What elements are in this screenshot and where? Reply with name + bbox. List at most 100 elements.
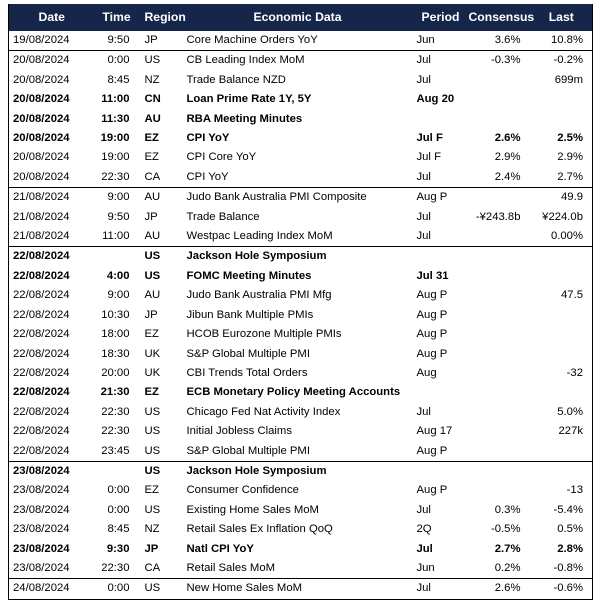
cell-last: ¥224.0b [542,210,583,223]
cell-consensus: -¥243.8b [475,210,521,223]
cell-region: US [144,503,161,516]
cell-data: S&P Global Multiple PMI [186,444,310,457]
cell-period: Jul F [416,132,443,145]
table-row[interactable]: 23/08/2024 9:30 JP Natl CPI YoY Jul 2.7% 2.8% [9,540,593,559]
cell-time: 9:30 [106,542,130,555]
cell-region: CN [144,93,161,106]
table-row[interactable]: 22/08/2024 9:00 AU Judo Bank Australia PMI … [9,286,593,305]
table-row[interactable]: 19/08/2024 9:50 JP Core Machine Orders YoY J… [9,31,593,51]
table-row[interactable]: 23/08/2024 8:45 NZ Retail Sales Ex Inflatio… [9,520,593,539]
table-row[interactable]: 21/08/2024 11:00 AU Westpac Leading Index M… [9,227,593,247]
cell-time: 9:00 [107,289,130,302]
cell-date: 23/08/2024 [8,460,95,482]
table-row[interactable]: 21/08/2024 9:50 JP Trade Balance Jul -¥243.8b… [9,208,593,227]
cell-region: EZ [144,484,159,497]
cell-region: EZ [144,386,159,399]
table-row[interactable]: 24/08/2024 0:00 US New Home Sales MoM Jul 2.6… [8,578,593,600]
cell-time: 23:45 [101,444,130,457]
cell-consensus: 2.6% [494,132,521,145]
table-row[interactable]: 22/08/2024 4:00 US FOMC Meeting Minutes Jul … [9,267,593,286]
cell-date: 22/08/2024 [13,405,70,418]
cell-date: 20/08/2024 [13,112,70,125]
cell-last [531,90,593,109]
column-header-consensus: Consensus [468,10,535,24]
table-row[interactable]: 20/08/2024 19:00 EZ CPI Core YoY Jul F 2.9% 2.… [9,148,593,167]
cell-date: 23/08/2024 [13,503,70,516]
table-row[interactable]: 22/08/2024 US Jackson Hole Symposium [8,246,593,267]
table-row[interactable]: 23/08/2024 22:30 CA Retail Sales MoM Jun 0.2%… [9,559,593,579]
table-row[interactable]: 22/08/2024 21:30 EZ ECB Monetary Policy Mee… [9,383,593,402]
cell-date: 20/08/2024 [13,93,70,106]
table-row[interactable]: 21/08/2024 9:00 AU Judo Bank Australia PMI … [8,187,593,208]
economic-calendar-table: Date Time Region Economic Data Period Co… [8,4,593,600]
cell-last: 47.5 [561,289,583,302]
cell-data: New Home Sales MoM [182,578,413,600]
cell-date: 21/08/2024 [13,210,70,223]
cell-time: 19:00 [100,132,130,145]
cell-last: -0.6% [530,578,593,600]
cell-date: 20/08/2024 [13,73,70,86]
table-row[interactable]: 20/08/2024 11:00 CN Loan Prime Rate 1Y, 5Y A… [9,90,593,109]
cell-last [531,345,593,364]
cell-consensus: 2.7% [494,542,521,555]
table-row[interactable]: 22/08/2024 22:30 US Initial Jobless Claims A… [9,422,593,441]
cell-period [413,110,469,129]
table-row[interactable]: 23/08/2024 US Jackson Hole Symposium [8,460,593,482]
cell-last: 0.5% [557,523,583,536]
cell-data: Natl CPI YoY [186,542,254,555]
cell-consensus: 0.3% [494,503,521,516]
column-header-date: Date [38,10,65,24]
table-row[interactable]: 20/08/2024 22:30 CA CPI YoY Jul 2.4% 2.7% [9,168,593,188]
cell-consensus: 2.9% [494,151,521,164]
table-row[interactable]: 20/08/2024 19:00 EZ CPI YoY Jul F 2.6% 2.5% [9,129,593,148]
cell-region: US [138,246,183,267]
cell-region: US [144,405,161,418]
cell-date: 23/08/2024 [13,484,70,497]
cell-time: 0:00 [107,484,130,497]
column-header-region: Region [144,10,186,24]
cell-data: RBA Meeting Minutes [186,112,303,125]
cell-date: 22/08/2024 [13,328,70,341]
cell-time: 21:30 [100,386,130,399]
table-row[interactable]: 20/08/2024 11:30 AU RBA Meeting Minutes [9,110,593,129]
cell-time: 18:00 [101,328,130,341]
cell-period: Jul [416,170,431,183]
cell-consensus [469,481,531,500]
table-row[interactable]: 22/08/2024 18:30 UK S&P Global Multiple PMI… [9,345,593,364]
table-row[interactable]: 22/08/2024 22:30 US Chicago Fed Nat Activit… [9,403,593,422]
cell-date: 23/08/2024 [13,523,70,536]
cell-date: 22/08/2024 [13,444,70,457]
table-row[interactable]: 22/08/2024 23:45 US S&P Global Multiple PMI… [9,442,593,462]
cell-period [412,460,469,482]
cell-data: Retail Sales Ex Inflation QoQ [186,523,333,536]
cell-time: 22:30 [101,170,130,183]
table-row[interactable]: 23/08/2024 0:00 US Existing Home Sales MoM J… [9,501,593,520]
table-row[interactable]: 20/08/2024 0:00 US CB Leading Index MoM Jul -… [8,50,593,71]
cell-region: AU [144,289,161,302]
cell-time [94,460,139,482]
cell-time: 4:00 [106,269,130,282]
cell-time: 11:30 [101,112,130,125]
cell-data: Trade Balance NZD [186,73,286,86]
table-row[interactable]: 20/08/2024 8:45 NZ Trade Balance NZD Jul 699m [9,71,593,90]
economic-calendar: Date Time Region Economic Data Period Co… [0,0,600,600]
table-row[interactable]: 23/08/2024 0:00 EZ Consumer Confidence Aug P… [9,481,593,500]
cell-period: 2Q [416,523,432,536]
cell-period: Jun [416,561,435,574]
cell-last: 227k [558,425,584,438]
cell-date: 22/08/2024 [13,366,70,379]
cell-last [531,442,593,462]
table-row[interactable]: 22/08/2024 18:00 EZ HCOB Eurozone Multiple … [9,325,593,344]
cell-last [531,110,593,129]
table-row[interactable]: 22/08/2024 20:00 UK CBI Trends Total Orders… [9,364,593,383]
table-row[interactable]: 22/08/2024 10:30 JP Jibun Bank Multiple PMI… [9,306,593,325]
cell-data: Jackson Hole Symposium [182,246,413,267]
cell-time: 9:50 [107,34,130,46]
column-header-last: Last [548,10,574,24]
cell-region: CA [144,561,161,574]
cell-time: 9:50 [107,210,130,223]
cell-data: CBI Trends Total Orders [186,366,308,379]
cell-period: Jul [416,73,431,86]
cell-period [412,246,469,267]
cell-period: Jul 31 [416,269,449,282]
